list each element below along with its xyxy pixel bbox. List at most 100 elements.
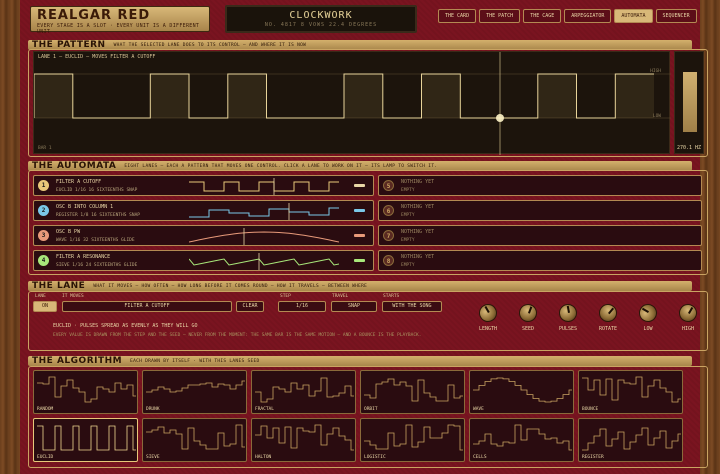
page-tabs: THE CARD THE PATCH THE CAGE ARPEGGIATOR AUTO… [438,9,697,23]
algorithm-preview [255,377,354,403]
knob-indicator [608,307,614,314]
pattern-pulse-fill [34,74,73,118]
automata-lane-2[interactable]: 2 OSC B INTO COLUMN 1 REGISTER 1/8 16 SIXT… [33,200,374,221]
algorithm-tile-bounce[interactable]: BOUNCE [578,370,683,414]
lane-lamp-7[interactable]: 7 [383,230,394,241]
algorithm-summary: EUCLID · PULSES SPREAD AS EVENLY AS THEY… [53,323,198,329]
algorithm-tile-register[interactable]: REGISTER [578,418,683,462]
algorithm-preview [473,424,572,451]
pattern-pulse-fill [615,74,654,118]
lane-color-chip [354,184,365,187]
seed-knob-label: SEED [521,326,535,332]
lane-info: EMPTY [401,188,415,193]
lane-preview-line [189,181,339,192]
automata-lane-5[interactable]: 5 NOTHING YET EMPTY [378,175,702,196]
lane-info: REGISTER 1/8 16 SIXTEENTHS SNAP [56,213,140,218]
clear-button[interactable]: CLEAR [236,301,264,312]
moves-label: IT MOVES [62,294,84,299]
algorithm-preview-line [37,376,136,403]
lane-name: NOTHING YET [401,254,435,260]
step-select[interactable]: 1/16 [278,301,326,312]
lane-name: NOTHING YET [401,179,435,185]
lane-lamp-4[interactable]: 4 [38,255,49,266]
algorithm-preview-line [364,424,463,451]
lane-lamp-3[interactable]: 3 [38,230,49,241]
preset-meta: NO. 4817 8 VOWS 22.4 DEGREES [264,22,378,28]
preset-display[interactable]: CLOCKWORK NO. 4817 8 VOWS 22.4 DEGREES [225,5,417,33]
automata-lane-7[interactable]: 7 NOTHING YET EMPTY [378,225,702,246]
algorithm-tile-wave[interactable]: WAVE [469,370,574,414]
automata-lane-6[interactable]: 6 NOTHING YET EMPTY [378,200,702,221]
automata-lane-1[interactable]: 1 FILTER A CUTOFF EUCLID 1/16 16 SIXTEENTH… [33,175,374,196]
knob-indicator [528,306,532,314]
algorithm-tile-fractal[interactable]: FRACTAL [251,370,356,414]
lane-header: THE LANE WHAT IT MOVES — HOW OFTEN — HOW… [28,281,692,291]
lane-on-button[interactable]: ON [33,301,57,312]
algorithm-tile-euclid[interactable]: EUCLID [33,418,138,462]
wood-side-left [0,0,20,474]
rotate-knob-label: ROTATE [598,326,618,332]
algorithm-header: THE ALGORITHM EACH DRAWN BY ITSELF · WIT… [28,356,692,366]
lane-preview-graph [189,253,339,270]
pattern-bar-label: BAR 1 [38,146,52,151]
lane-name: NOTHING YET [401,204,435,210]
algorithm-preview [146,424,245,450]
automata-lane-4[interactable]: 4 FILTER A RESONANCE SIEVE 1/16 24 SIXTEEN… [33,250,374,271]
algorithm-preview [37,376,136,403]
algorithm-tile-label: WAVE [473,407,484,412]
lane-on-label: LANE [35,294,46,299]
pattern-lane-label: LANE 1 — EUCLID — MOVES FILTER A CUTOFF [38,54,156,60]
tab-automata[interactable]: AUTOMATA [614,9,653,23]
algorithm-tile-sieve[interactable]: SIEVE [142,418,247,462]
lane-lamp-6[interactable]: 6 [383,205,394,216]
tab-the-card[interactable]: THE CARD [438,9,477,23]
starts-label: STARTS [383,294,400,299]
pattern-desc: WHAT THE SELECTED LANE DOES TO ITS CONTR… [113,42,307,48]
pattern-pulse-fill [537,74,577,118]
high-knob-label: HIGH [681,326,695,332]
pattern-pulse-fill [421,74,461,118]
algorithm-tile-label: BOUNCE [582,407,599,412]
algorithm-tile-label: DRUNK [146,407,160,412]
lane-info: SIEVE 1/16 24 SIXTEENTHS GLIDE [56,263,138,268]
algorithm-tile-label: EUCLID [37,455,54,460]
tab-the-cage[interactable]: THE CAGE [523,9,562,23]
travel-label: TRAVEL [332,294,349,299]
algorithm-tile-random[interactable]: RANDOM [33,370,138,414]
algorithm-preview-line [473,377,572,403]
lane-lamp-8[interactable]: 8 [383,255,394,266]
lane-info: EUCLID 1/16 16 SIXTEENTHS SNAP [56,188,138,193]
moves-select[interactable]: FILTER A CUTOFF [62,301,232,312]
lane-color-chip [354,209,365,212]
algorithm-preview [146,380,245,393]
algorithm-preview-line [255,377,354,403]
automata-desc: EIGHT LANES — EACH A PATTERN THAT MOVES … [124,163,438,169]
algorithm-tile-label: HALTON [255,455,272,460]
automata-lane-3[interactable]: 3 OSC B PW WAVE 1/16 32 SIXTEENTHS GLIDE [33,225,374,246]
algorithm-tile-drunk[interactable]: DRUNK [142,370,247,414]
algorithm-preview-line [473,424,572,451]
algorithm-tile-logistic[interactable]: LOGISTIC [360,418,465,462]
tab-arpeggiator[interactable]: ARPEGGIATOR [564,9,612,23]
lane-lamp-2[interactable]: 2 [38,205,49,216]
algorithm-preview-line [364,378,463,402]
lane-lamp-5[interactable]: 5 [383,180,394,191]
automata-lane-8[interactable]: 8 NOTHING YET EMPTY [378,250,702,271]
algorithm-preview [364,424,463,451]
algorithm-tile-orbit[interactable]: ORBIT [360,370,465,414]
algorithm-preview [473,377,572,403]
starts-select[interactable]: WITH THE SONG [382,301,442,312]
tab-sequencer[interactable]: SEQUENCER [655,9,697,23]
algorithm-tile-label: CELLS [473,455,487,460]
algorithm-preview-line [255,424,354,451]
travel-select[interactable]: SNAP [331,301,377,312]
algorithm-preview [582,376,681,403]
knob-indicator [566,305,570,313]
tab-the-patch[interactable]: THE PATCH [479,9,521,23]
algorithm-note: EVERY VALUE IS DRAWN FROM THE STEP AND T… [53,333,422,338]
frequency-readout: 270.1 HZ [676,145,702,151]
lane-lamp-1[interactable]: 1 [38,180,49,191]
algorithm-preview [37,425,136,451]
algorithm-tile-halton[interactable]: HALTON [251,418,356,462]
algorithm-tile-cells[interactable]: CELLS [469,418,574,462]
